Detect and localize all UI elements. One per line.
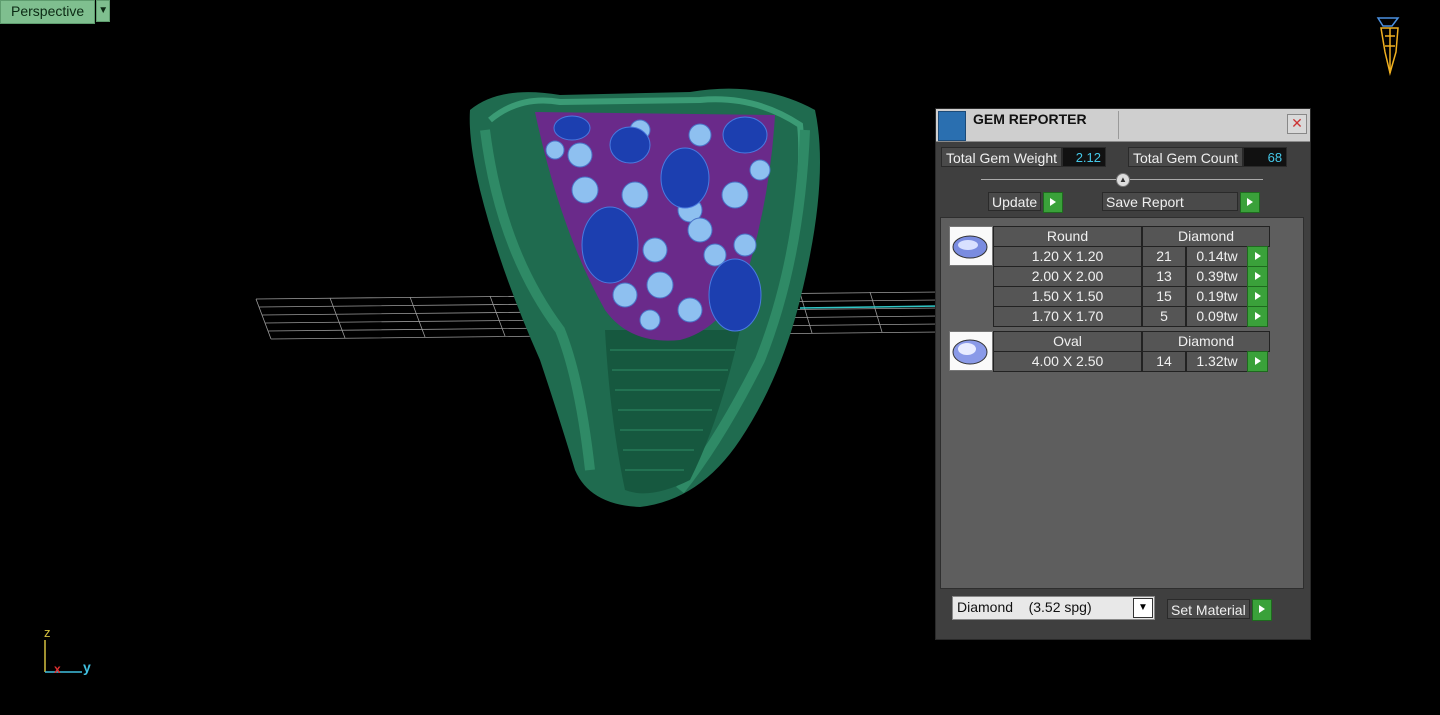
round-gem-icon (949, 226, 993, 266)
set-material-label[interactable]: Set Material (1167, 599, 1250, 619)
row-size: 1.70 X 1.70 (993, 306, 1142, 327)
group-material-round: Diamond (1142, 226, 1270, 247)
row-weight: 0.14tw (1186, 246, 1248, 267)
row-size: 2.00 X 2.00 (993, 266, 1142, 287)
play-arrow-icon[interactable] (1251, 599, 1272, 621)
gem-list: Round Diamond 1.20 X 1.20 21 0.14tw 2.00… (940, 217, 1304, 589)
row-count: 14 (1142, 351, 1186, 372)
row-count: 5 (1142, 306, 1186, 327)
ring-model[interactable] (469, 88, 820, 508)
update-button[interactable]: Update (988, 192, 1064, 213)
group-shape-oval: Oval (993, 331, 1142, 352)
total-weight-value: 2.12 (1062, 147, 1107, 167)
dropdown-arrow-icon[interactable]: ▼ (96, 0, 111, 22)
gem-reporter-icon (938, 111, 966, 141)
viewport-label-text[interactable]: Perspective (0, 0, 96, 24)
row-size: 4.00 X 2.50 (993, 351, 1142, 372)
row-size: 1.20 X 1.20 (993, 246, 1142, 267)
row-count: 13 (1142, 266, 1186, 287)
oval-gem-icon (949, 331, 993, 371)
row-select-button[interactable] (1247, 306, 1268, 327)
gem-reporter-panel: GEM REPORTER ✕ Total Gem Weight 2.12 Tot… (935, 108, 1311, 640)
chevron-down-icon[interactable]: ▼ (1133, 598, 1153, 618)
panel-titlebar[interactable]: GEM REPORTER ✕ (936, 109, 1310, 142)
play-arrow-icon[interactable] (1240, 192, 1260, 213)
row-select-button[interactable] (1247, 351, 1268, 372)
viewport-label[interactable]: Perspective ▼ (0, 0, 111, 24)
group-shape-round: Round (993, 226, 1142, 247)
row-weight: 0.19tw (1186, 286, 1248, 307)
row-weight: 1.32tw (1186, 351, 1248, 372)
set-material-button[interactable]: Set Material (1167, 599, 1272, 621)
row-count: 21 (1142, 246, 1186, 267)
titlebar-divider (1118, 111, 1119, 139)
row-size: 1.50 X 1.50 (993, 286, 1142, 307)
group-material-oval: Diamond (1142, 331, 1270, 352)
save-report-button[interactable]: Save Report (1102, 192, 1260, 213)
row-select-button[interactable] (1247, 266, 1268, 287)
row-select-button[interactable] (1247, 286, 1268, 307)
total-gem-count: Total Gem Count 68 (1128, 147, 1288, 167)
total-count-label: Total Gem Count (1128, 147, 1244, 167)
splitter-handle-icon[interactable]: ▲ (1116, 173, 1130, 187)
row-select-button[interactable] (1247, 246, 1268, 267)
play-arrow-icon[interactable] (1043, 192, 1064, 213)
axis-y-label: y (83, 659, 91, 675)
view-navigator-icon[interactable] (1376, 17, 1400, 76)
total-count-value: 68 (1243, 147, 1288, 167)
total-gem-weight: Total Gem Weight 2.12 (941, 147, 1107, 167)
total-weight-label: Total Gem Weight (941, 147, 1063, 167)
axis-z-label: z (44, 625, 51, 640)
axis-x-label: x (54, 662, 61, 676)
panel-title: GEM REPORTER (973, 111, 1087, 127)
row-count: 15 (1142, 286, 1186, 307)
update-label[interactable]: Update (988, 192, 1042, 211)
material-select-value[interactable]: Diamond (3.52 spg) (957, 599, 1092, 615)
material-select[interactable]: Diamond (3.52 spg) ▼ (952, 596, 1155, 620)
row-weight: 0.09tw (1186, 306, 1248, 327)
axis-triad (44, 640, 82, 673)
close-icon[interactable]: ✕ (1287, 114, 1307, 134)
save-report-label[interactable]: Save Report (1102, 192, 1238, 211)
row-weight: 0.39tw (1186, 266, 1248, 287)
